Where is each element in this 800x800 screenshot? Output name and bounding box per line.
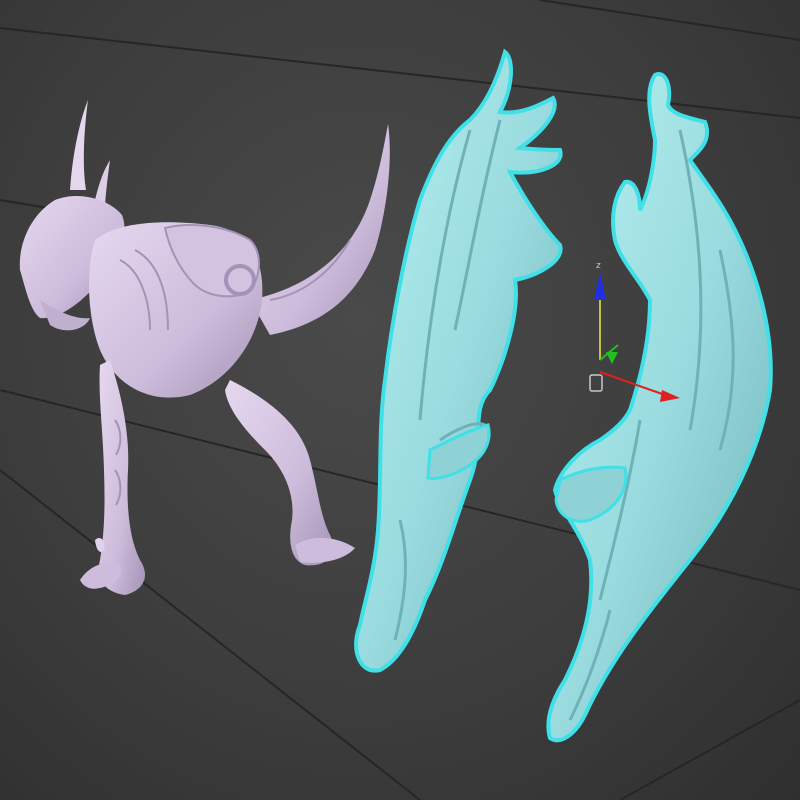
dragon-horn xyxy=(70,100,88,190)
grid-line xyxy=(619,699,800,800)
dragon-hind-foot xyxy=(295,537,355,563)
wing-right-membrane xyxy=(546,72,773,743)
dragon-horn xyxy=(95,160,110,205)
dragon-body-mesh[interactable] xyxy=(19,100,390,595)
dragon-front-leg xyxy=(98,360,145,595)
viewport-scene: z xyxy=(0,0,800,800)
gizmo-z-label: z xyxy=(596,261,601,271)
dragon-tail xyxy=(250,124,390,335)
dragon-hind-leg xyxy=(225,380,334,566)
pivot-box-icon xyxy=(589,374,603,392)
3d-viewport[interactable]: z xyxy=(0,0,800,800)
grid-line xyxy=(0,27,800,119)
gizmo-plane-handle[interactable] xyxy=(606,352,618,364)
gizmo-z-arrow[interactable] xyxy=(594,272,606,300)
dragon-wing-right-mesh[interactable] xyxy=(546,72,773,743)
grid-line xyxy=(539,0,800,41)
